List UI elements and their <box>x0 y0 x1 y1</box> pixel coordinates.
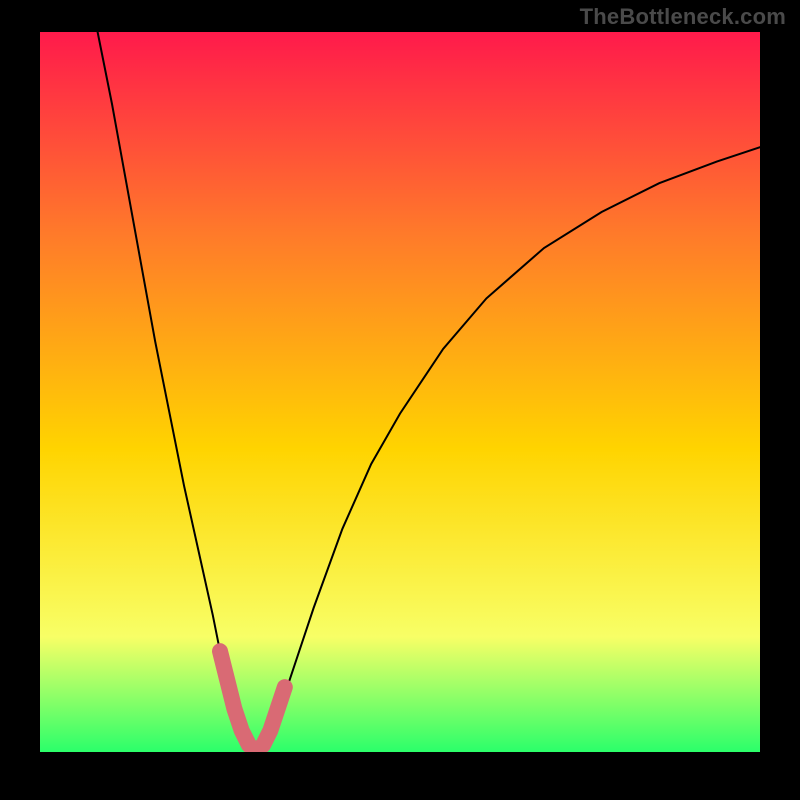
plot-area <box>40 32 760 752</box>
chart-frame: TheBottleneck.com <box>0 0 800 800</box>
chart-svg <box>40 32 760 752</box>
attribution-watermark: TheBottleneck.com <box>580 4 786 30</box>
gradient-background <box>40 32 760 752</box>
